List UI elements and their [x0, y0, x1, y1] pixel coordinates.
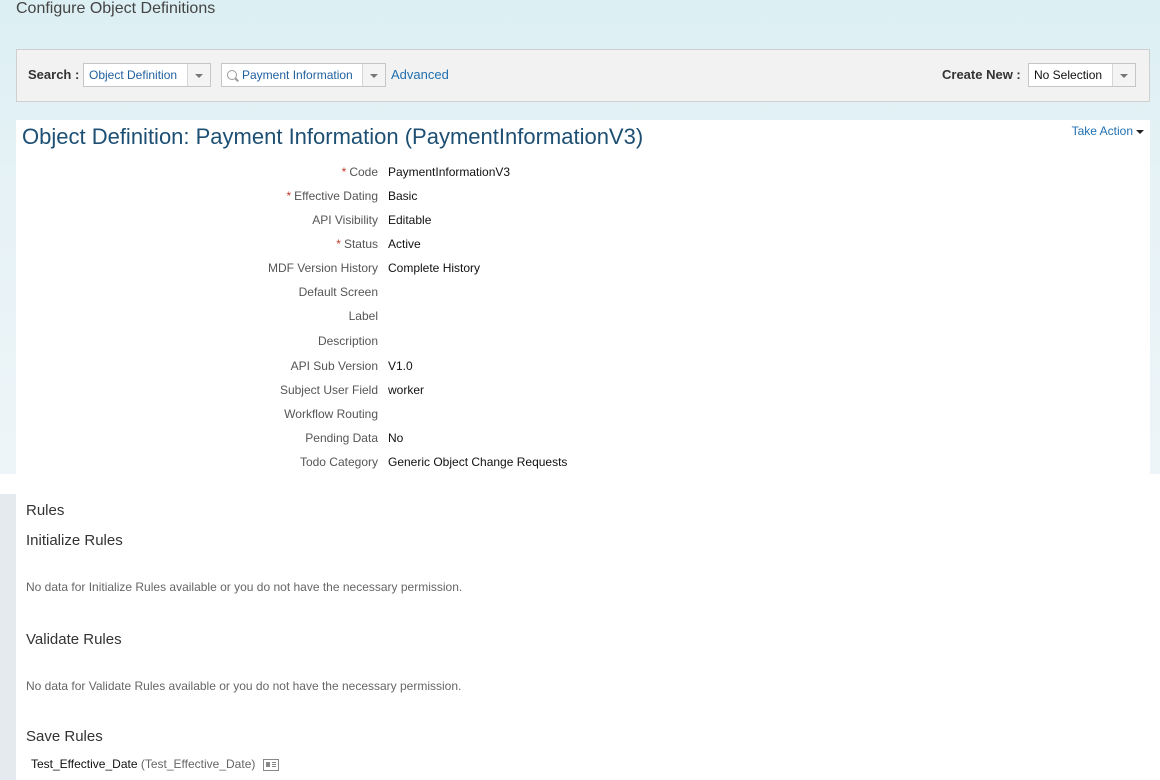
create-new-value: No Selection — [1034, 68, 1103, 82]
field-label: Default Screen — [298, 285, 378, 299]
field-value: V1.0 — [388, 359, 413, 373]
field-row-api-visibility: API Visibility Editable — [16, 213, 716, 233]
save-rules-heading: Save Rules — [26, 728, 103, 745]
field-label: MDF Version History — [267, 261, 378, 275]
field-label: API Sub Version — [290, 359, 378, 373]
take-action-menu[interactable]: Take Action — [1072, 124, 1144, 138]
search-type-select[interactable]: Object Definition — [83, 63, 211, 87]
field-row-pending-data: Pending Data No — [16, 431, 716, 451]
field-label: Todo Category — [299, 455, 378, 469]
validate-rules-empty-message: No data for Validate Rules available or … — [26, 679, 462, 693]
initialize-rules-empty-message: No data for Initialize Rules available o… — [26, 580, 463, 594]
search-label: Search : — [28, 67, 80, 82]
field-label: Workflow Routing — [284, 407, 378, 421]
caret-down-icon — [1136, 129, 1144, 134]
save-rule-item[interactable]: Test_Effective_Date (Test_Effective_Date… — [31, 757, 279, 771]
save-rule-id: (Test_Effective_Date) — [140, 757, 256, 771]
object-search-value: Payment Information — [242, 68, 353, 82]
field-row-subject-user-field: Subject User Field worker — [16, 383, 716, 403]
left-gutter — [0, 494, 16, 780]
field-row-mdf-version-history: MDF Version History Complete History — [16, 261, 716, 281]
field-row-effective-dating: * Effective Dating Basic — [16, 189, 716, 209]
field-row-todo-category: Todo Category Generic Object Change Requ… — [16, 455, 716, 475]
field-label: Code — [349, 165, 378, 179]
initialize-rules-heading: Initialize Rules — [26, 532, 123, 549]
field-row-label: Label — [16, 309, 716, 329]
search-icon — [227, 70, 237, 80]
object-title: Object Definition: Payment Information (… — [22, 124, 644, 149]
rules-section: Rules Initialize Rules No data for Initi… — [16, 494, 1150, 780]
field-row-description: Description — [16, 334, 716, 354]
field-value: Editable — [388, 213, 432, 227]
chevron-down-icon[interactable] — [187, 64, 210, 86]
object-definition-card: Object Definition: Payment Information (… — [16, 120, 1150, 474]
create-new-label: Create New : — [942, 67, 1021, 82]
field-row-workflow-routing: Workflow Routing — [16, 407, 716, 427]
chevron-down-icon[interactable] — [362, 64, 385, 86]
field-value: Complete History — [388, 261, 481, 275]
field-label: Pending Data — [305, 431, 378, 445]
field-value: Basic — [388, 189, 418, 203]
required-marker: * — [286, 189, 292, 203]
field-value: worker — [388, 383, 425, 397]
validate-rules-heading: Validate Rules — [26, 631, 122, 648]
field-label: Status — [343, 237, 378, 251]
field-label: Effective Dating — [294, 189, 378, 203]
create-new-select[interactable]: No Selection — [1028, 63, 1136, 87]
search-toolbar: Search : Object Definition Payment Infor… — [16, 49, 1150, 102]
field-label: Subject User Field — [279, 383, 378, 397]
field-value: Active — [388, 237, 421, 251]
right-gutter — [1150, 494, 1160, 780]
field-value: PaymentInformationV3 — [388, 165, 511, 179]
advanced-search-link[interactable]: Advanced — [391, 67, 449, 82]
field-value: No — [388, 431, 404, 445]
chevron-down-icon[interactable] — [1112, 64, 1135, 86]
field-row-status: * Status Active — [16, 237, 716, 257]
field-value: Generic Object Change Requests — [388, 455, 568, 469]
field-row-api-sub-version: API Sub Version V1.0 — [16, 359, 716, 379]
field-label: Description — [317, 334, 378, 348]
required-marker: * — [336, 237, 341, 251]
field-label: API Visibility — [312, 213, 378, 227]
field-label: Label — [348, 309, 378, 323]
rules-heading: Rules — [26, 502, 65, 519]
required-marker: * — [341, 165, 347, 179]
search-type-value: Object Definition — [89, 68, 178, 82]
object-search-input[interactable]: Payment Information — [221, 63, 386, 87]
save-rule-name: Test_Effective_Date — [31, 757, 138, 771]
details-card-icon[interactable] — [262, 758, 279, 771]
field-row-default-screen: Default Screen — [16, 285, 716, 305]
page-title: Configure Object Definitions — [16, 0, 216, 17]
field-row-code: * Code PaymentInformationV3 — [16, 165, 716, 185]
take-action-label: Take Action — [1071, 124, 1133, 138]
